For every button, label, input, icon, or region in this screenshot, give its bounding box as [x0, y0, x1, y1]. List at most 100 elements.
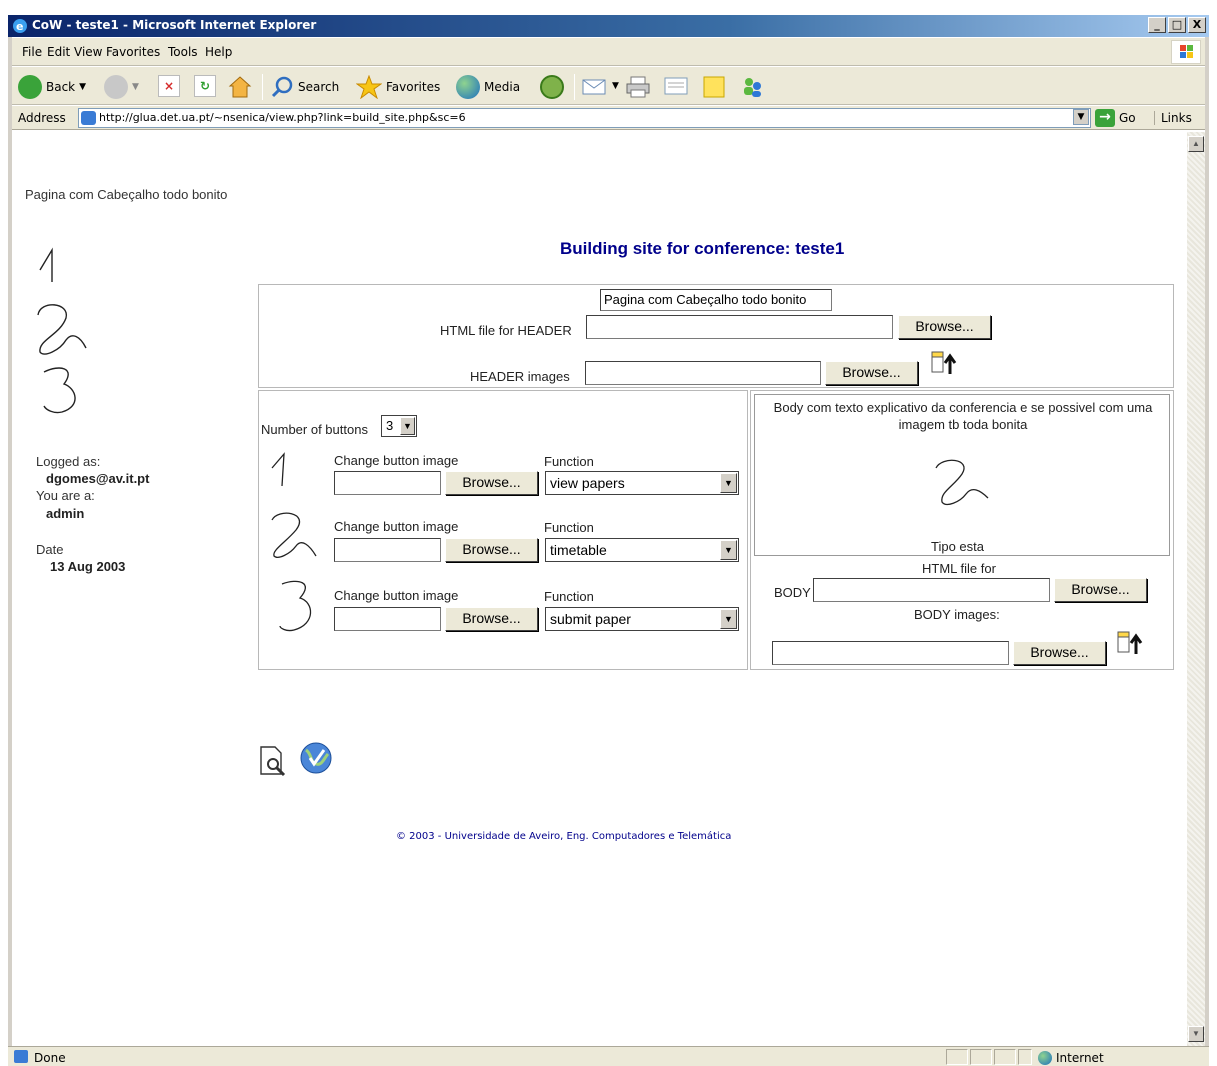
handwritten-digits-image: [37, 247, 87, 414]
function-label: Function: [544, 454, 594, 469]
window-title: CoW - teste1 - Microsoft Internet Explor…: [32, 18, 317, 32]
status-bar: Done Internet: [8, 1046, 1209, 1066]
logged-as-label: Logged as:: [36, 454, 101, 469]
menu-tools[interactable]: Tools: [168, 45, 198, 59]
body-html-file-input[interactable]: [813, 578, 1050, 602]
scroll-up-button[interactable]: ▲: [1188, 136, 1204, 152]
links-button[interactable]: Links: [1154, 111, 1192, 125]
button-3-image-input[interactable]: [334, 607, 441, 631]
upload-icon[interactable]: [1116, 628, 1144, 658]
menu-edit[interactable]: Edit: [47, 45, 70, 59]
header-html-file-label: HTML file for HEADER: [440, 323, 572, 338]
button-2-function-select[interactable]: timetable ▼: [545, 538, 739, 562]
menu-file[interactable]: File: [22, 45, 42, 59]
security-zone: Internet: [1038, 1051, 1104, 1065]
button-2-image: [271, 512, 317, 558]
address-input[interactable]: http://glua.det.ua.pt/~nsenica/view.php?…: [78, 108, 1091, 128]
button-2-function-value: timetable: [550, 542, 607, 558]
body-html-browse-button[interactable]: Browse...: [1054, 578, 1147, 602]
address-label: Address: [18, 111, 66, 125]
mail-dropdown-icon: ▼: [612, 81, 619, 91]
button-2-browse-button[interactable]: Browse...: [445, 538, 538, 562]
favorites-label: Favorites: [386, 80, 441, 94]
address-dropdown-button[interactable]: ▼: [1073, 109, 1089, 125]
media-button[interactable]: Media: [456, 75, 520, 99]
edit-button[interactable]: [664, 75, 690, 97]
address-url: http://glua.det.ua.pt/~nsenica/view.php?…: [99, 111, 466, 124]
page-title: Building site for conference: teste1: [560, 239, 845, 258]
note-icon: [703, 76, 725, 98]
status-text: Done: [34, 1051, 66, 1065]
print-icon: [626, 76, 650, 98]
upload-icon[interactable]: [930, 348, 958, 378]
search-button[interactable]: Search: [270, 75, 339, 99]
body-images-input[interactable]: [772, 641, 1009, 665]
button-3-function-value: submit paper: [550, 611, 631, 627]
header-images-browse-button[interactable]: Browse...: [825, 361, 918, 385]
standard-toolbar: Back ▼ ▼ × ↻ Search Favorites Media ▼: [12, 67, 1205, 105]
menu-view[interactable]: View: [74, 45, 102, 59]
menu-favorites[interactable]: Favorites: [106, 45, 160, 59]
header-html-browse-button[interactable]: Browse...: [898, 315, 991, 339]
media-globe-icon: [456, 75, 480, 99]
button-3-browse-button[interactable]: Browse...: [445, 607, 538, 631]
discuss-button[interactable]: [702, 75, 728, 99]
function-label: Function: [544, 520, 594, 535]
button-3-image: [279, 580, 312, 632]
body-html-file-label: HTML file for: [922, 561, 996, 576]
publish-globe-icon[interactable]: [296, 740, 340, 778]
home-button[interactable]: [228, 75, 252, 99]
back-label: Back: [46, 80, 76, 94]
stop-button[interactable]: ×: [158, 75, 180, 97]
page-footer: © 2003 - Universidade de Aveiro, Eng. Co…: [396, 831, 732, 842]
button-2-image-input[interactable]: [334, 538, 441, 562]
back-dropdown-icon: ▼: [79, 82, 87, 92]
windows-logo-icon: [1171, 40, 1201, 64]
body-preview-image: [935, 459, 989, 506]
scroll-down-button[interactable]: ▼: [1188, 1026, 1204, 1042]
role-label: You are a:: [36, 488, 95, 503]
print-button[interactable]: [626, 75, 652, 99]
vertical-scrollbar[interactable]: ▲ ▼: [1187, 132, 1205, 1046]
button-1-browse-button[interactable]: Browse...: [445, 471, 538, 495]
chevron-down-icon: ▼: [400, 417, 415, 435]
menu-help[interactable]: Help: [205, 45, 232, 59]
media-label: Media: [484, 80, 521, 94]
header-images-label: HEADER images: [470, 369, 570, 384]
change-button-image-label: Change button image: [334, 519, 459, 534]
mail-button[interactable]: ▼: [582, 75, 619, 97]
header-html-file-input[interactable]: [586, 315, 893, 339]
history-button[interactable]: [540, 75, 564, 99]
go-button[interactable]: → Go: [1095, 109, 1136, 127]
messenger-icon: [744, 78, 761, 97]
favorites-button[interactable]: Favorites: [356, 75, 440, 99]
body-images-browse-button[interactable]: Browse...: [1013, 641, 1106, 665]
button-3-function-select[interactable]: submit paper ▼: [545, 607, 739, 631]
header-preview-field[interactable]: Pagina com Cabeçalho todo bonito: [600, 289, 832, 311]
date-value: 13 Aug 2003: [50, 559, 126, 574]
zone-label: Internet: [1056, 1051, 1104, 1065]
minimize-button[interactable]: _: [1148, 17, 1166, 33]
messenger-button[interactable]: [740, 75, 766, 99]
date-label: Date: [36, 542, 64, 557]
button-1-image-input[interactable]: [334, 471, 441, 495]
preview-icon[interactable]: [258, 744, 292, 778]
close-button[interactable]: X: [1188, 17, 1206, 33]
button-1-function-select[interactable]: view papers ▼: [545, 471, 739, 495]
number-of-buttons-select[interactable]: 3 ▼: [381, 415, 417, 437]
button-1-image: [271, 452, 285, 487]
page-icon: [81, 111, 96, 125]
body-preview-caption: Tipo esta: [931, 539, 984, 554]
header-images-input[interactable]: [585, 361, 821, 385]
number-of-buttons-value: 3: [386, 418, 394, 433]
window-titlebar: e CoW - teste1 - Microsoft Internet Expl…: [8, 15, 1209, 37]
svg-text:e: e: [16, 20, 23, 33]
go-label: Go: [1119, 111, 1136, 125]
stop-icon: ×: [158, 75, 180, 97]
refresh-button[interactable]: ↻: [194, 75, 216, 97]
back-button[interactable]: Back ▼: [18, 75, 86, 99]
toolbar-separator: [574, 74, 575, 100]
forward-button[interactable]: ▼: [104, 75, 139, 99]
status-cell: [994, 1049, 1016, 1065]
maximize-button[interactable]: □: [1168, 17, 1186, 33]
